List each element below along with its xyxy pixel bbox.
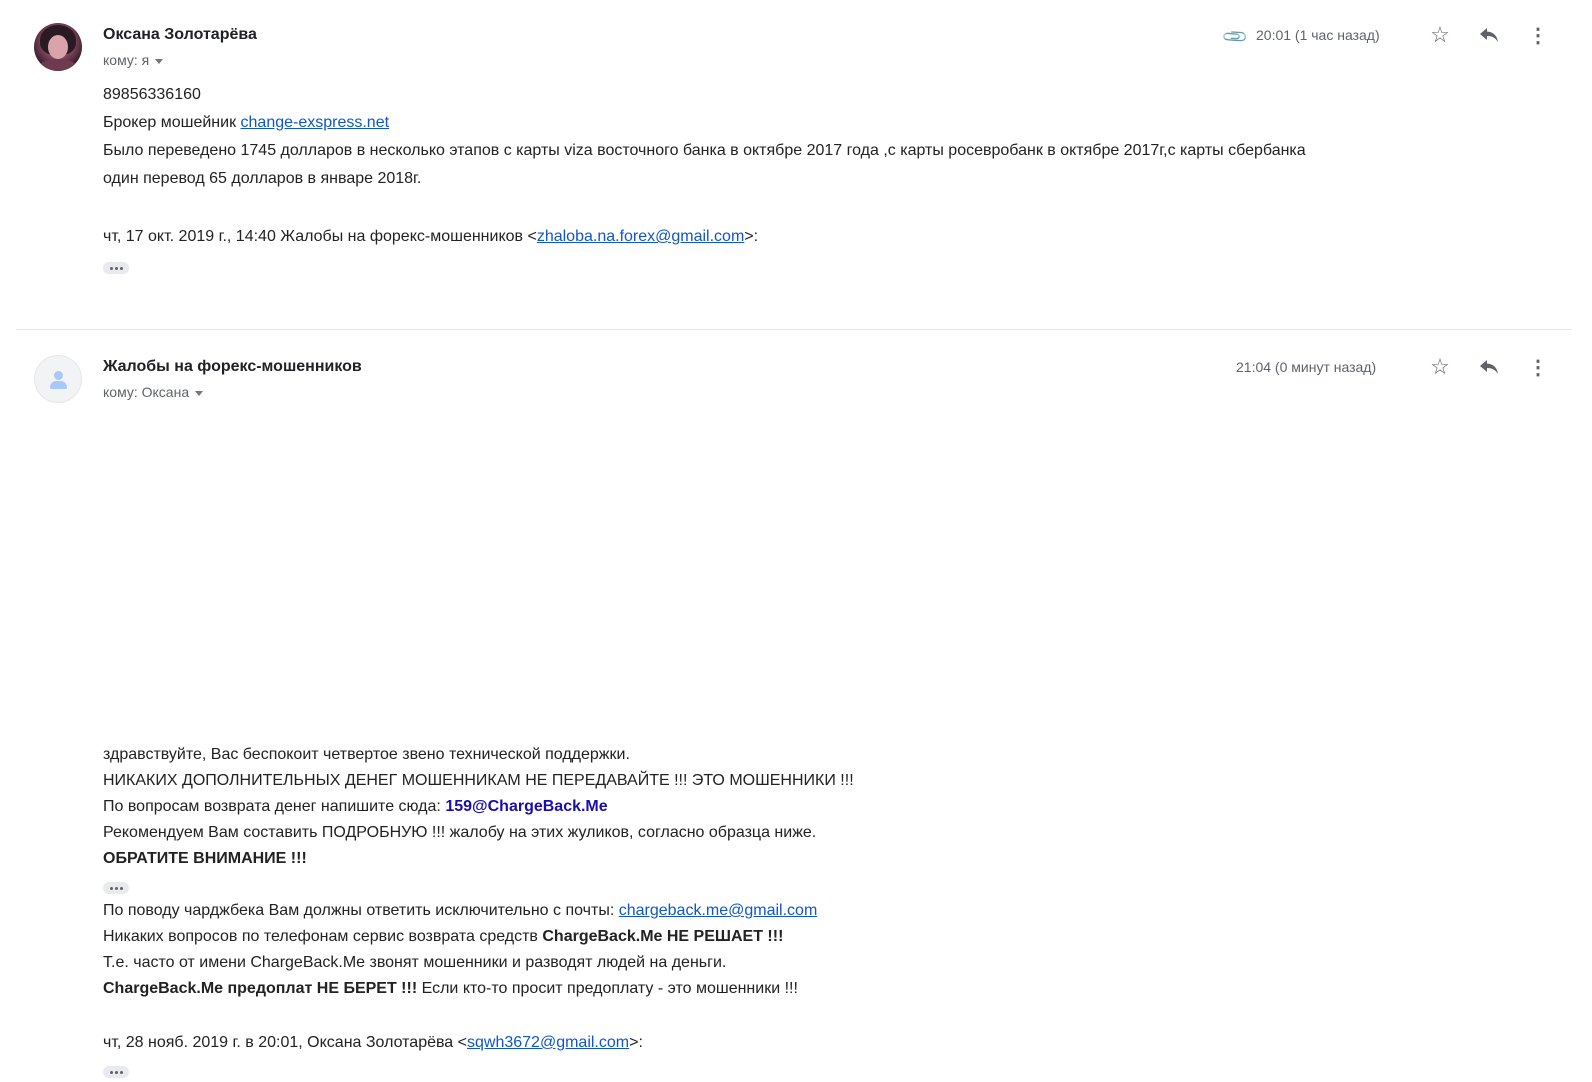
message-divider	[16, 329, 1572, 330]
prepay-text: Если кто-то просит предоплату - это моше…	[417, 980, 798, 997]
contact-text: По вопросам возврата денег напишите сюда…	[103, 798, 446, 815]
recipients-label: кому: Оксана	[103, 384, 190, 400]
quote-header-text: чт, 17 окт. 2019 г., 14:40 Жалобы на фор…	[103, 228, 537, 245]
reply-icon[interactable]	[1476, 22, 1502, 48]
body-contact: По вопросам возврата денег напишите сюда…	[103, 794, 854, 820]
quote-header-text: чт, 28 нояб. 2019 г. в 20:01, Оксана Зол…	[103, 1034, 467, 1051]
quote-header: чт, 28 нояб. 2019 г. в 20:01, Оксана Зол…	[103, 1030, 854, 1056]
quote-header-suffix: >:	[744, 228, 759, 245]
sender-avatar[interactable]	[34, 23, 82, 71]
recipients-line[interactable]: кому: Оксана	[103, 384, 204, 400]
message-time[interactable]: 20:01 (1 час назад)	[1256, 27, 1380, 43]
chargeback-email-link[interactable]: 159@ChargeBack.Me	[445, 798, 607, 815]
body-greeting: здравствуйте, Вас беспокоит четвертое зв…	[103, 746, 630, 763]
show-trimmed-content-button[interactable]	[103, 1065, 129, 1078]
body-line-transfer: Было переведено 1745 долларов в нескольк…	[103, 142, 1306, 159]
message-time[interactable]: 21:04 (0 минут назад)	[1236, 359, 1376, 375]
show-trimmed-content-button[interactable]	[103, 261, 129, 274]
more-vert-icon[interactable]: ⋮	[1525, 22, 1551, 48]
body-line-broker: Брокер мошейник change-exspress.net	[103, 109, 1306, 137]
quote-email-link[interactable]: zhaloba.na.forex@gmail.com	[537, 228, 744, 245]
quote-header-suffix: >:	[629, 1034, 643, 1051]
phone-note-bold: ChargeBack.Me НЕ РЕШАЕТ !!!	[542, 928, 784, 945]
star-icon[interactable]: ☆	[1427, 22, 1453, 48]
message-body: здравствуйте, Вас беспокоит четвертое зв…	[103, 742, 854, 1082]
show-trimmed-content-button[interactable]	[103, 881, 129, 894]
more-vert-icon[interactable]: ⋮	[1525, 354, 1551, 380]
quote-header: чт, 17 окт. 2019 г., 14:40 Жалобы на фор…	[103, 223, 1306, 251]
star-icon[interactable]: ☆	[1427, 354, 1453, 380]
reply-icon[interactable]	[1476, 354, 1502, 380]
paperclip-icon: 📎	[1221, 22, 1250, 51]
message-2: Жалобы на форекс-мошенников кому: Оксана…	[0, 332, 1592, 1078]
body-scam-note: Т.е. часто от имени ChargeBack.Me звонят…	[103, 954, 727, 971]
person-icon	[35, 356, 81, 402]
avatar-shoulders	[38, 59, 78, 71]
chargeback-mail-text: По поводу чарджбека Вам должны ответить …	[103, 902, 619, 919]
body-line-transfer-2: один перевод 65 долларов в январе 2018г.	[103, 170, 422, 187]
body-attention: ОБРАТИТЕ ВНИМАНИЕ !!!	[103, 850, 307, 867]
avatar-face	[48, 35, 68, 59]
recipients-dropdown-icon[interactable]	[155, 58, 164, 64]
phone-note-text: Никаких вопросов по телефонам сервис воз…	[103, 928, 543, 945]
quote-email-link[interactable]: sqwh3672@gmail.com	[467, 1034, 629, 1051]
message-body: 89856336160 Брокер мошейник change-exspr…	[103, 81, 1306, 279]
recipients-dropdown-icon[interactable]	[195, 390, 204, 396]
recipients-line[interactable]: кому: я	[103, 52, 164, 68]
body-phone-note: Никаких вопросов по телефонам сервис воз…	[103, 924, 854, 950]
recipients-label: кому: я	[103, 52, 150, 68]
chargeback-gmail-link[interactable]: chargeback.me@gmail.com	[619, 902, 818, 919]
body-chargeback-mail: По поводу чарджбека Вам должны ответить …	[103, 898, 854, 924]
sender-name[interactable]: Оксана Золотарёва	[103, 26, 257, 44]
broker-link[interactable]: change-exspress.net	[241, 114, 390, 131]
body-recommendation: Рекомендуем Вам составить ПОДРОБНУЮ !!! …	[103, 824, 817, 841]
broker-text: Брокер мошейник	[103, 114, 241, 131]
phone-number: 89856336160	[103, 86, 201, 103]
message-1: Оксана Золотарёва кому: я 📎 20:01 (1 час…	[0, 0, 1592, 330]
prepay-bold: ChargeBack.Me предоплат НЕ БЕРЕТ !!!	[103, 980, 418, 997]
sender-avatar[interactable]	[34, 355, 82, 403]
sender-name[interactable]: Жалобы на форекс-мошенников	[103, 358, 362, 376]
body-prepay-note: ChargeBack.Me предоплат НЕ БЕРЕТ !!! Есл…	[103, 976, 854, 1002]
body-warning: НИКАКИХ ДОПОЛНИТЕЛЬНЫХ ДЕНЕГ МОШЕННИКАМ …	[103, 772, 854, 789]
